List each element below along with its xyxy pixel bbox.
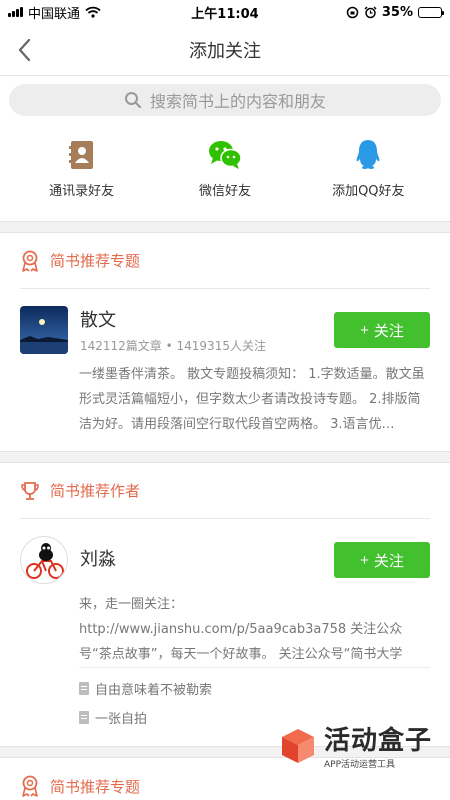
status-right: 35% (346, 4, 444, 20)
author-card[interactable]: 刘淼 + 关注 来，走一圈关注： http://www.jianshu.com/… (20, 519, 430, 746)
alarm-icon (364, 5, 377, 18)
search-area: 搜索简书上的内容和朋友 (0, 76, 450, 128)
orientation-lock-icon (346, 6, 359, 18)
follow-label: 关注 (373, 552, 404, 570)
watermark: 活动盒子 APP活动运营工具 (278, 720, 432, 770)
wechat-friends-label: 微信好友 (198, 184, 251, 199)
search-placeholder: 搜索简书上的内容和朋友 (149, 92, 326, 111)
author-avatar (20, 536, 68, 584)
follow-label: 关注 (373, 322, 404, 340)
battery-icon (418, 6, 444, 18)
section-divider (0, 451, 450, 463)
article-title: 一张自拍 (95, 712, 148, 727)
wechat-icon (208, 138, 242, 172)
box-logo-icon (281, 729, 314, 763)
recommended-topic-section: 简书推荐专题 散文 142112篇文章 • 1419315人关注 + 关注 一缕… (0, 233, 450, 451)
document-icon (79, 711, 89, 724)
page-title: 添加关注 (189, 40, 261, 62)
topic-avatar (20, 306, 68, 354)
recommended-author-section: 简书推荐作者 刘淼 + 关注 来，走一圈关注： http://www.jians… (0, 463, 450, 746)
ribbon-medal-icon (22, 775, 38, 797)
section-title: 简书推荐专题 (50, 252, 141, 270)
status-bar: 中国联通 上午11:04 35% (0, 0, 450, 24)
search-icon (124, 92, 142, 109)
contacts-friends-label: 通讯录好友 (49, 184, 115, 199)
carrier-label: 中国联通 (28, 6, 81, 22)
article-title: 自由意味着不被勒索 (95, 683, 213, 698)
section-header: 简书推荐作者 (20, 463, 430, 519)
author-name[interactable]: 刘淼 (80, 545, 334, 571)
section-divider (0, 221, 450, 233)
author-description: 来，走一圈关注： http://www.jianshu.com/p/5aa9ca… (79, 597, 403, 662)
search-input[interactable]: 搜索简书上的内容和朋友 (9, 84, 441, 116)
contacts-book-icon (65, 138, 99, 172)
ribbon-medal-icon (22, 250, 38, 272)
back-arrow-icon[interactable] (14, 36, 38, 64)
qq-icon (351, 138, 385, 172)
document-icon (79, 682, 89, 695)
friend-sources: 通讯录好友 微信好友 添加QQ好友 (0, 128, 450, 221)
section-title: 简书推荐专题 (50, 777, 141, 796)
plus-icon: + (360, 551, 369, 569)
trophy-icon (21, 481, 39, 500)
topic-name[interactable]: 散文 (80, 306, 334, 332)
section-header: 简书推荐专题 (20, 233, 430, 289)
follow-author-button[interactable]: + 关注 (334, 542, 430, 578)
nav-bar: 添加关注 (0, 24, 450, 76)
wifi-icon (85, 6, 101, 18)
watermark-tagline: APP活动运营工具 (323, 760, 395, 770)
status-left: 中国联通 (8, 3, 101, 22)
topic-card[interactable]: 散文 142112篇文章 • 1419315人关注 + 关注 一缕墨香伴清茶。 … (20, 289, 430, 451)
battery-percent: 35% (381, 4, 413, 20)
topic-description: 一缕墨香伴清茶。 散文专题投稿须知： 1.字数适量。散文虽形式灵活篇幅短小，但字… (79, 367, 425, 432)
article-link[interactable]: 自由意味着不被勒索 (79, 674, 430, 703)
signal-icon (8, 7, 23, 17)
topic-meta: 142112篇文章 • 1419315人关注 (80, 339, 266, 353)
section-title: 简书推荐作者 (50, 482, 141, 500)
watermark-brand: 活动盒子 (323, 726, 432, 756)
qq-friends-label: 添加QQ好友 (332, 184, 405, 199)
contacts-friends-button[interactable]: 通讯录好友 (22, 138, 142, 199)
plus-icon: + (360, 321, 369, 339)
wechat-friends-button[interactable]: 微信好友 (165, 138, 285, 199)
follow-topic-button[interactable]: + 关注 (334, 312, 430, 348)
qq-friends-button[interactable]: 添加QQ好友 (308, 138, 428, 199)
